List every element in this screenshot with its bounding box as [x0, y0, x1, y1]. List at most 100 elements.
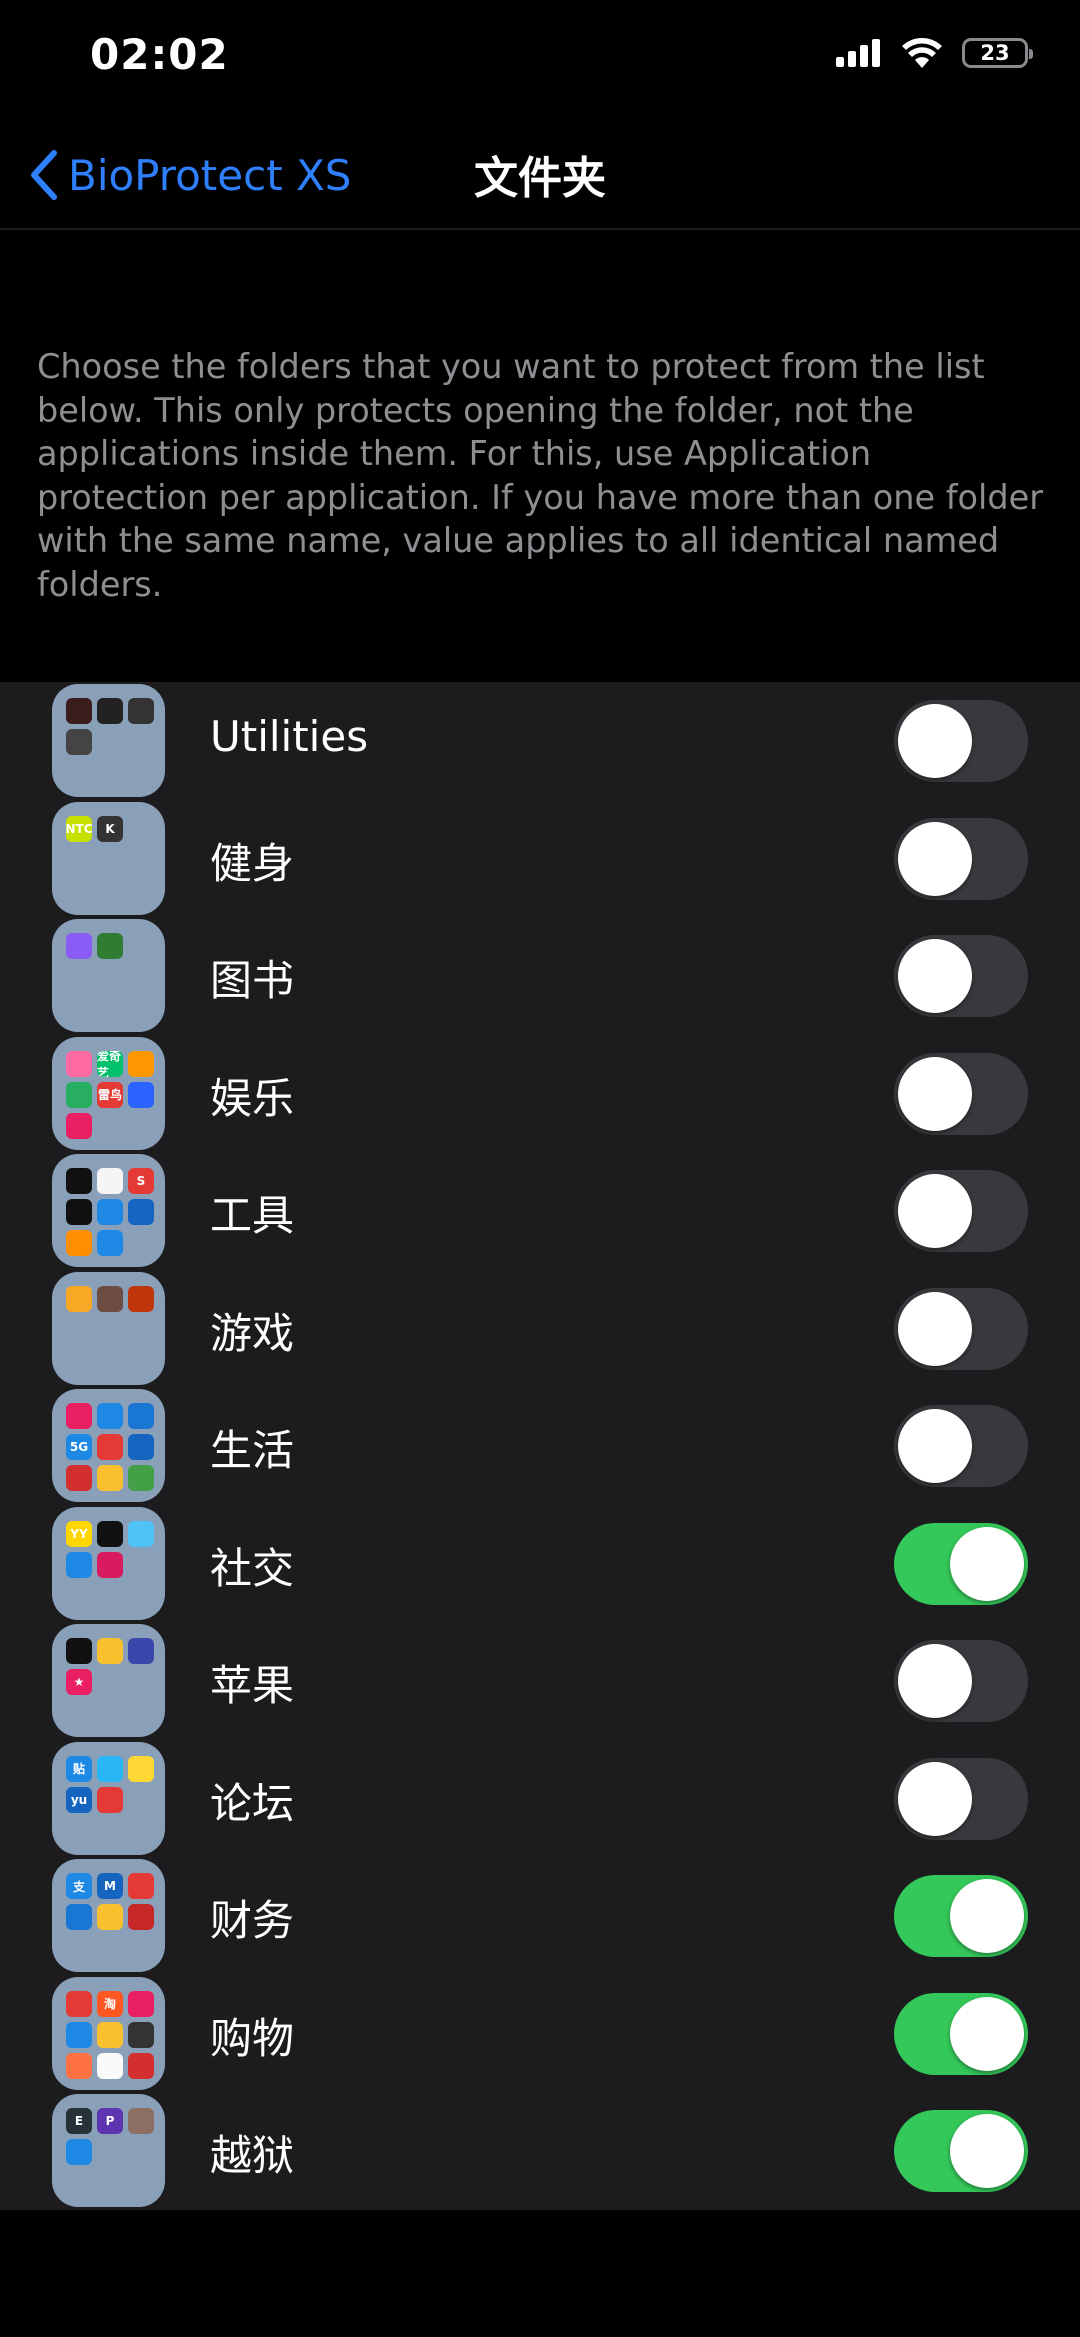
app-mini-icon	[97, 1285, 123, 1312]
app-mini-icon	[66, 1050, 92, 1077]
toggle-knob	[898, 704, 972, 778]
toggle-knob	[898, 1174, 972, 1248]
app-mini-icon	[97, 2052, 123, 2079]
folder-label: 图书	[210, 956, 295, 1005]
app-mini-icon	[66, 729, 92, 755]
protect-toggle[interactable]	[894, 1992, 1028, 2075]
app-mini-icon	[128, 1050, 154, 1077]
app-mini-icon: 贴	[66, 1755, 92, 1782]
app-mini-icon	[66, 1638, 92, 1664]
app-mini-icon	[128, 1403, 154, 1429]
folder-label: 生活	[210, 1426, 295, 1475]
folder-row: ★ 苹果	[0, 1622, 1080, 1740]
toggle-knob	[898, 1056, 972, 1131]
folder-row: 5G 生活	[0, 1387, 1080, 1505]
folder-icon: NTC K	[52, 801, 165, 915]
app-mini-icon	[128, 1520, 154, 1547]
folder-icon: 爱奇艺 雷鸟	[52, 1036, 165, 1150]
app-mini-icon: 爱奇艺	[97, 1050, 123, 1077]
protect-toggle[interactable]	[894, 1170, 1028, 1252]
folder-icon: 贴 yu	[52, 1741, 165, 1855]
folder-row: 图书	[0, 917, 1080, 1035]
protect-toggle[interactable]	[894, 1875, 1028, 1957]
app-mini-icon: S	[128, 1168, 154, 1194]
app-mini-icon	[128, 1081, 154, 1108]
app-mini-icon	[97, 1904, 123, 1930]
folder-row: 游戏	[0, 1270, 1080, 1388]
protect-toggle[interactable]	[894, 1757, 1028, 1840]
status-bar: 02:02 23	[0, 0, 1080, 120]
folder-row: Utilities	[0, 682, 1080, 800]
app-mini-icon: 支	[66, 1873, 92, 1899]
app-mini-icon	[66, 1168, 92, 1194]
app-mini-icon	[97, 1230, 123, 1256]
description-text: Choose the folders that you want to prot…	[37, 347, 1043, 604]
app-mini-icon	[66, 2021, 92, 2048]
app-mini-icon	[66, 1551, 92, 1578]
app-mini-icon	[66, 1285, 92, 1312]
toggle-knob	[898, 1761, 972, 1836]
app-mini-icon: YY	[66, 1520, 92, 1547]
folder-row: S 工具	[0, 1152, 1080, 1270]
app-mini-icon	[97, 1465, 123, 1491]
app-mini-icon	[66, 1081, 92, 1108]
folder-row: 爱奇艺 雷鸟 娱乐	[0, 1035, 1080, 1153]
folder-label: 财务	[210, 1896, 295, 1945]
app-mini-icon	[128, 1199, 154, 1225]
protect-toggle[interactable]	[894, 817, 1028, 900]
app-mini-icon	[97, 1551, 123, 1578]
toggle-knob	[898, 939, 972, 1013]
protect-toggle[interactable]	[894, 1522, 1028, 1605]
folder-icon: S	[52, 1154, 165, 1267]
app-mini-icon	[97, 1755, 123, 1782]
app-mini-icon: 5G	[66, 1434, 92, 1460]
app-mini-icon	[97, 1638, 123, 1664]
app-mini-icon	[97, 1403, 123, 1429]
app-mini-icon: P	[97, 2108, 123, 2134]
folder-label: 苹果	[210, 1661, 295, 1710]
protect-toggle[interactable]	[894, 1405, 1028, 1487]
app-mini-icon	[66, 1403, 92, 1429]
folder-row: 支 M 财务	[0, 1857, 1080, 1975]
folder-icon: 淘	[52, 1976, 165, 2090]
status-time: 02:02	[90, 30, 229, 79]
folder-icon	[52, 1271, 165, 1385]
folder-icon	[52, 684, 165, 797]
toggle-knob	[898, 821, 972, 896]
protect-toggle[interactable]	[894, 1640, 1028, 1722]
app-mini-icon	[128, 1755, 154, 1782]
protect-toggle[interactable]	[894, 1052, 1028, 1135]
folder-row: E P 越狱	[0, 2092, 1080, 2210]
protect-toggle[interactable]	[894, 935, 1028, 1017]
protect-toggle[interactable]	[894, 700, 1028, 782]
toggle-knob	[950, 1526, 1024, 1601]
toggle-knob	[950, 1879, 1024, 1953]
folder-icon: ★	[52, 1624, 165, 1737]
app-mini-icon	[66, 1904, 92, 1930]
folder-label: 论坛	[210, 1778, 295, 1828]
folder-label: 社交	[210, 1543, 295, 1593]
folder-row: NTC K 健身	[0, 800, 1080, 918]
app-mini-icon	[97, 1434, 123, 1460]
app-mini-icon	[128, 1434, 154, 1460]
app-mini-icon: 雷鸟	[97, 1081, 123, 1108]
app-mini-icon	[66, 698, 92, 724]
app-mini-icon: K	[97, 815, 123, 842]
app-mini-icon	[128, 2108, 154, 2134]
screen: 02:02 23 BioProtect XS 文件夹 Choose the fo…	[0, 0, 1080, 2337]
app-mini-icon	[128, 1990, 154, 2017]
wifi-icon	[902, 38, 942, 68]
app-mini-icon	[66, 2052, 92, 2079]
app-mini-icon	[128, 1873, 154, 1899]
folder-row: 贴 yu 论坛	[0, 1740, 1080, 1858]
app-mini-icon: 淘	[97, 1990, 123, 2017]
folder-icon: YY	[52, 1506, 165, 1620]
folder-row: YY 社交	[0, 1505, 1080, 1623]
protect-toggle[interactable]	[894, 2110, 1028, 2192]
toggle-knob	[898, 1291, 972, 1366]
folder-label: 娱乐	[210, 1073, 295, 1123]
folder-label: 越狱	[210, 2131, 295, 2180]
folder-label: 购物	[210, 2013, 295, 2063]
app-mini-icon	[97, 1786, 123, 1813]
protect-toggle[interactable]	[894, 1287, 1028, 1370]
